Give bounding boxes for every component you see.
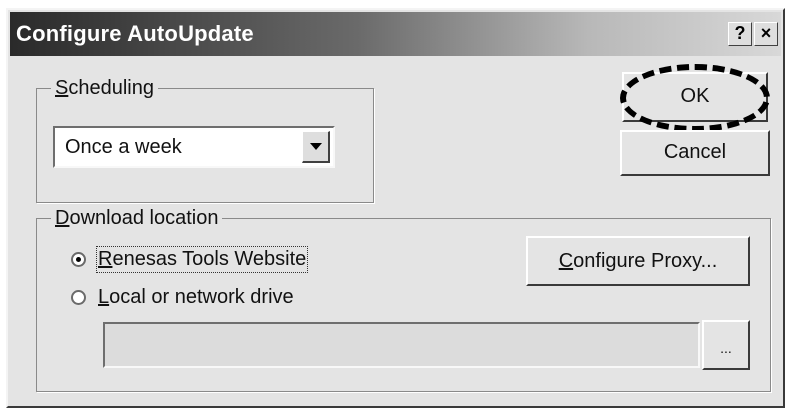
cancel-button-label: Cancel <box>663 141 727 163</box>
radio-local-drive[interactable]: Local or network drive <box>71 286 294 309</box>
browse-button[interactable]: ... <box>702 320 750 370</box>
radio-button-selected[interactable] <box>71 252 86 267</box>
close-icon: × <box>760 23 772 43</box>
browse-button-label: ... <box>720 340 732 356</box>
configure-proxy-button[interactable]: Configure Proxy... <box>526 236 750 286</box>
ok-button-label: OK <box>680 85 710 107</box>
help-icon: ? <box>734 23 746 43</box>
radio-label-local: Local or network drive <box>98 286 294 308</box>
dropdown-arrow-button[interactable] <box>302 131 330 163</box>
close-button[interactable]: × <box>754 22 778 46</box>
window-title: Configure AutoUpdate <box>16 21 254 46</box>
ok-button[interactable]: OK <box>622 72 768 122</box>
cancel-button[interactable]: Cancel <box>620 130 770 176</box>
local-path-input[interactable] <box>103 322 700 368</box>
radio-label-renesas: Renesas Tools Website <box>95 246 309 273</box>
title-bar[interactable]: Configure AutoUpdate ? × <box>10 12 781 56</box>
scheduling-label: Scheduling <box>51 76 158 100</box>
radio-renesas-website[interactable]: Renesas Tools Website <box>71 246 309 273</box>
scheduling-selected-value: Once a week <box>65 136 182 158</box>
chevron-down-icon <box>310 143 322 150</box>
scheduling-dropdown[interactable]: Once a week <box>53 126 335 168</box>
configure-proxy-label: Configure Proxy... <box>558 250 718 272</box>
download-location-label: Download location <box>51 206 223 230</box>
radio-button-unselected[interactable] <box>71 290 86 305</box>
help-button[interactable]: ? <box>728 22 752 46</box>
